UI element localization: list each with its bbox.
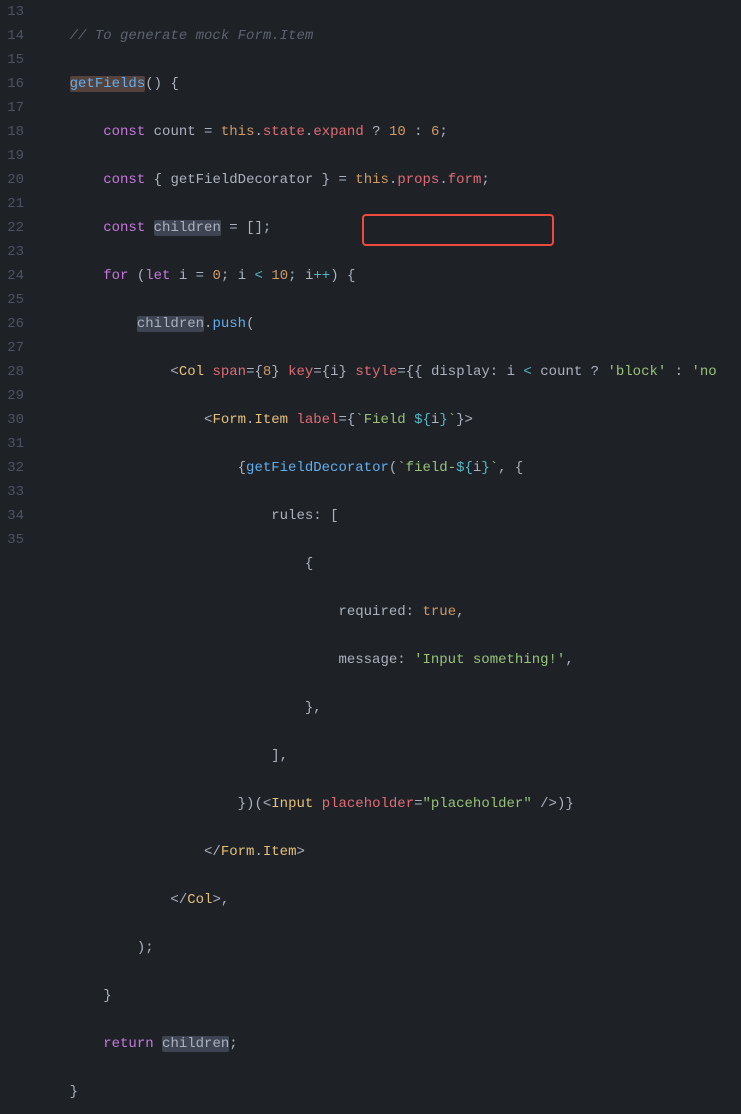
line-number: 21 xyxy=(0,192,24,216)
code-line: const children = []; xyxy=(36,216,741,240)
code-line: } xyxy=(36,1080,741,1104)
code-line: // To generate mock Form.Item xyxy=(36,24,741,48)
highlighted-word: children xyxy=(154,220,221,236)
code-line: } xyxy=(36,984,741,1008)
code-line: <Col span={8} key={i} style={{ display: … xyxy=(36,360,741,384)
code-line: for (let i = 0; i < 10; i++) { xyxy=(36,264,741,288)
line-number: 29 xyxy=(0,384,24,408)
code-line: <Form.Item label={`Field ${i}`}> xyxy=(36,408,741,432)
line-number: 34 xyxy=(0,504,24,528)
code-line: }, xyxy=(36,696,741,720)
code-line: ], xyxy=(36,744,741,768)
highlighted-word: children xyxy=(162,1036,229,1052)
code-line: getFields() { xyxy=(36,72,741,96)
highlighted-word: children xyxy=(137,316,204,332)
line-number: 23 xyxy=(0,240,24,264)
code-line: { xyxy=(36,552,741,576)
line-number: 27 xyxy=(0,336,24,360)
line-number: 31 xyxy=(0,432,24,456)
code-line: {getFieldDecorator(`field-${i}`, { xyxy=(36,456,741,480)
line-number: 30 xyxy=(0,408,24,432)
code-line: message: 'Input something!', xyxy=(36,648,741,672)
code-line: const { getFieldDecorator } = this.props… xyxy=(36,168,741,192)
code-line: })(<Input placeholder="placeholder" />)} xyxy=(36,792,741,816)
code-line: required: true, xyxy=(36,600,741,624)
line-number: 16 xyxy=(0,72,24,96)
code-line: children.push( xyxy=(36,312,741,336)
line-number: 26 xyxy=(0,312,24,336)
line-number-gutter: 1314151617181920212223242526272829303132… xyxy=(0,0,36,1114)
code-line: </Col>, xyxy=(36,888,741,912)
code-line: const count = this.state.expand ? 10 : 6… xyxy=(36,120,741,144)
code-line: </Form.Item> xyxy=(36,840,741,864)
line-number: 20 xyxy=(0,168,24,192)
code-line: rules: [ xyxy=(36,504,741,528)
line-number: 35 xyxy=(0,528,24,552)
code-editor[interactable]: 1314151617181920212223242526272829303132… xyxy=(0,0,741,1114)
line-number: 17 xyxy=(0,96,24,120)
line-number: 25 xyxy=(0,288,24,312)
code-line: return children; xyxy=(36,1032,741,1056)
comment: // To generate mock Form.Item xyxy=(70,28,314,44)
line-number: 15 xyxy=(0,48,24,72)
line-number: 22 xyxy=(0,216,24,240)
line-number: 18 xyxy=(0,120,24,144)
code-area[interactable]: // To generate mock Form.Item getFields(… xyxy=(36,0,741,1114)
line-number: 19 xyxy=(0,144,24,168)
line-number: 28 xyxy=(0,360,24,384)
line-number: 24 xyxy=(0,264,24,288)
function-name: getFields xyxy=(70,76,146,92)
line-number: 33 xyxy=(0,480,24,504)
line-number: 14 xyxy=(0,24,24,48)
line-number: 13 xyxy=(0,0,24,24)
line-number: 32 xyxy=(0,456,24,480)
code-line: ); xyxy=(36,936,741,960)
